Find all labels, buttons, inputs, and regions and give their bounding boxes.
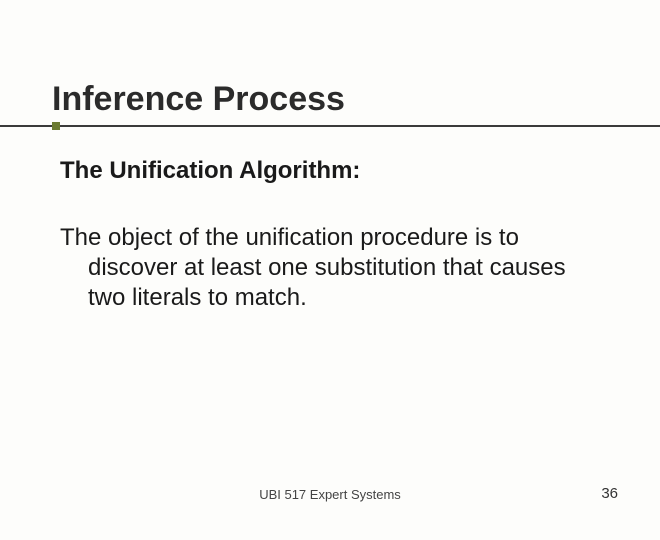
slide: Inference Process The Unification Algori…: [0, 0, 660, 540]
title-rule: [52, 125, 608, 135]
rule-accent-box: [52, 122, 60, 130]
rule-line: [0, 125, 660, 127]
footer-text: UBI 517 Expert Systems: [0, 487, 660, 502]
slide-body: The object of the unification procedure …: [60, 223, 600, 313]
page-number: 36: [601, 485, 618, 502]
body-paragraph: The object of the unification procedure …: [60, 223, 600, 313]
slide-subheading: The Unification Algorithm:: [60, 157, 608, 185]
slide-title: Inference Process: [52, 80, 608, 119]
